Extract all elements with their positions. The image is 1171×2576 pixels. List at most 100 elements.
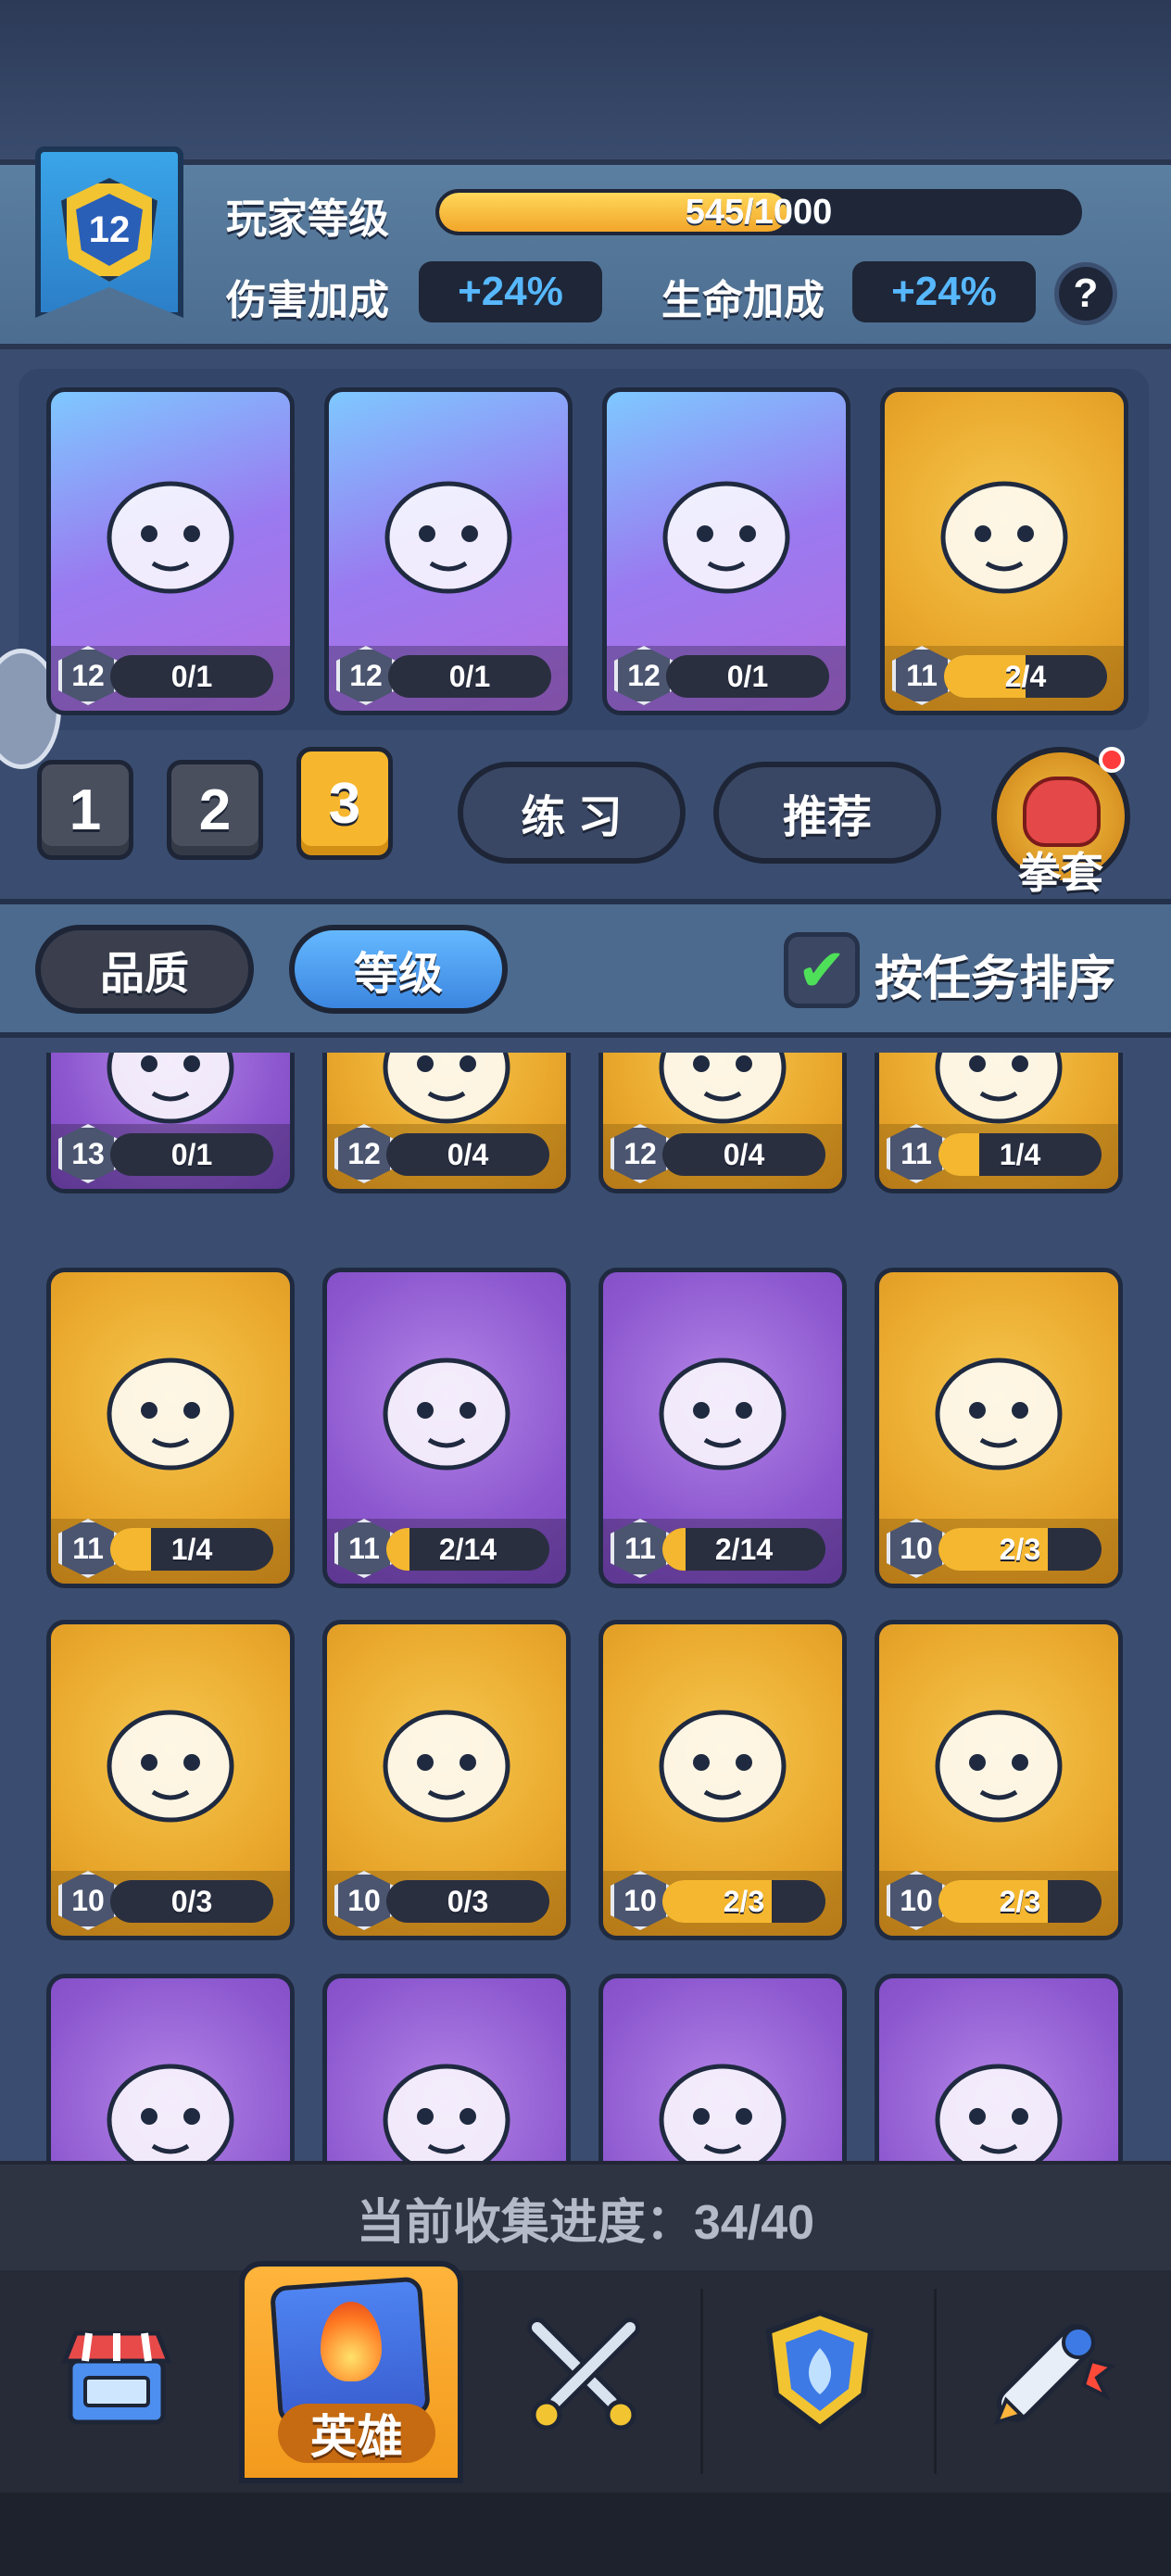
hero-portrait [51, 1624, 290, 1889]
blue-slime-avatar-icon [659, 2064, 787, 2161]
hero-shard-progress: 1/4 [938, 1133, 1102, 1176]
glove-label: 拳套 [1018, 849, 1103, 897]
vampire-lady-avatar-icon [383, 1710, 510, 1823]
team-tab-1[interactable]: 1 [37, 760, 133, 860]
hero-shard-progress-text: 1/4 [170, 1532, 213, 1566]
hero-portrait [885, 392, 1124, 664]
hero-card-red-chef-frog[interactable]: 12 0/1 [602, 387, 850, 715]
hero-shard-progress-text: 0/3 [447, 1884, 489, 1918]
hero-shard-progress: 0/4 [662, 1133, 825, 1176]
xp-text: 545/1000 [685, 192, 833, 232]
hero-portrait [603, 1272, 842, 1537]
hero-shard-progress-text: 0/4 [447, 1137, 489, 1171]
hero-portrait [51, 392, 290, 664]
bottom-strip [0, 2493, 1171, 2576]
hero-shard-progress: 2/3 [938, 1528, 1102, 1571]
recommend-button[interactable]: 推荐 [713, 762, 941, 864]
hero-shard-progress: 0/1 [666, 655, 829, 698]
hero-portrait [879, 1978, 1118, 2161]
hero-portrait [879, 1624, 1118, 1889]
white-fox-mage-avatar-icon [940, 481, 1068, 594]
damage-bonus-value: +24% [419, 261, 602, 322]
shop-icon[interactable] [61, 2324, 172, 2426]
rocket-icon[interactable] [988, 2311, 1117, 2431]
damage-bonus-label: 伤害加成 [226, 278, 389, 323]
hero-shard-progress-text: 2/14 [438, 1532, 497, 1566]
hero-shard-progress: 0/4 [386, 1133, 549, 1176]
old-yeti-avatar-icon [383, 2064, 510, 2161]
hero-card-white-fox-mage[interactable]: 11 2/4 [880, 387, 1128, 715]
hero-shard-progress: 0/1 [110, 1133, 273, 1176]
hero-shard-progress: 0/1 [388, 655, 551, 698]
hero-shard-progress-text: 2/4 [1004, 659, 1047, 693]
crown-kid-avatar-icon [935, 1053, 1063, 1124]
hero-shard-progress: 2/4 [944, 655, 1107, 698]
hero-card-tiger-pirate[interactable]: 11 2/14 [322, 1268, 571, 1588]
hero-card-ice-cat-girl[interactable]: 11 2/14 [598, 1268, 847, 1588]
hero-card-masked-shaman[interactable]: 10 2/3 [875, 1268, 1123, 1588]
hp-bonus-value: +24% [852, 261, 1036, 322]
boxing-glove-icon [1023, 777, 1101, 847]
hero-shard-progress-text: 0/3 [170, 1884, 213, 1918]
hero-card-crown-kid[interactable]: 11 1/4 [875, 1053, 1123, 1193]
task-sort-label: 按任务排序 [875, 953, 1116, 1006]
hero-card-zombie-brute[interactable] [46, 1974, 295, 2161]
hero-card-pig-bat[interactable]: 10 2/3 [875, 1620, 1123, 1940]
hero-card-cloud-spirit[interactable]: 10 2/3 [598, 1620, 847, 1940]
team-tab-3[interactable]: 3 [296, 747, 393, 860]
hero-portrait [51, 1272, 290, 1537]
hero-shard-progress: 0/3 [110, 1880, 273, 1923]
hero-card-old-yeti[interactable] [322, 1974, 571, 2161]
pink-cat-girl-avatar-icon [107, 1357, 234, 1471]
practice-button[interactable]: 练 习 [458, 762, 686, 864]
hero-shard-progress: 2/14 [662, 1528, 825, 1571]
old-wizard-avatar-icon [659, 1053, 787, 1124]
hero-card-shadow-imp[interactable]: 10 0/3 [46, 1620, 295, 1940]
xp-bar: 545/1000 [435, 189, 1082, 235]
hero-grid[interactable]: 13 0/1 12 0/4 12 0/4 11 1/4 11 1/4 11 2/14 11 2/14 10 2… [0, 1053, 1171, 2161]
hero-shard-progress-text: 2/3 [999, 1532, 1041, 1566]
top-background [0, 0, 1171, 162]
team-tab-2[interactable]: 2 [167, 760, 263, 860]
hero-shard-progress: 2/14 [386, 1528, 549, 1571]
nav-heroes-label: 英雄 [278, 2404, 435, 2463]
hero-card-blue-slime[interactable] [598, 1974, 847, 2161]
notification-dot [1099, 747, 1125, 773]
nav-separator [934, 2289, 937, 2474]
sort-quality-button[interactable]: 品质 [35, 925, 254, 1014]
cloud-spirit-avatar-icon [659, 1710, 787, 1823]
hero-card-teal-warrior[interactable]: 12 0/1 [46, 387, 295, 715]
hero-portrait [327, 1272, 566, 1537]
task-sort-checkbox[interactable]: ✔ [784, 932, 860, 1008]
hero-card-purple-spider[interactable]: 12 0/4 [322, 1053, 571, 1193]
hero-shard-progress-text: 0/1 [170, 659, 213, 693]
hero-portrait [51, 1978, 290, 2161]
hero-portrait [327, 1978, 566, 2161]
hero-card-pink-cat-girl[interactable]: 11 1/4 [46, 1268, 295, 1588]
tiger-pirate-avatar-icon [383, 1357, 510, 1471]
hero-shard-progress-text: 2/14 [714, 1532, 774, 1566]
hero-card-straw-hat-ninja[interactable] [875, 1974, 1123, 2161]
hero-portrait [879, 1272, 1118, 1537]
pig-bat-avatar-icon [935, 1710, 1063, 1823]
hp-bonus-label: 生命加成 [661, 278, 825, 323]
hero-shard-progress: 0/3 [386, 1880, 549, 1923]
hero-portrait [603, 1624, 842, 1889]
hero-shard-progress-text: 0/4 [723, 1137, 765, 1171]
hero-card-blonde-knight[interactable]: 13 0/1 [46, 1053, 295, 1193]
hero-card-old-wizard[interactable]: 12 0/4 [598, 1053, 847, 1193]
hero-card-vampire-lady[interactable]: 10 0/3 [322, 1620, 571, 1940]
masked-shaman-avatar-icon [935, 1357, 1063, 1471]
player-level: 12 [76, 194, 143, 266]
hero-shard-progress: 2/3 [938, 1880, 1102, 1923]
hero-shard-progress-text: 0/1 [170, 1137, 213, 1171]
hero-portrait [329, 392, 568, 664]
hero-shard-progress: 1/4 [110, 1528, 273, 1571]
hero-shard-progress: 0/1 [110, 655, 273, 698]
sort-level-button[interactable]: 等级 [289, 925, 508, 1014]
clan-shield-icon[interactable] [760, 2305, 880, 2435]
crossed-swords-icon[interactable] [519, 2315, 648, 2435]
hero-card-panda-fighter[interactable]: 12 0/1 [324, 387, 573, 715]
help-button[interactable]: ? [1054, 262, 1117, 325]
purple-spider-avatar-icon [383, 1053, 510, 1124]
